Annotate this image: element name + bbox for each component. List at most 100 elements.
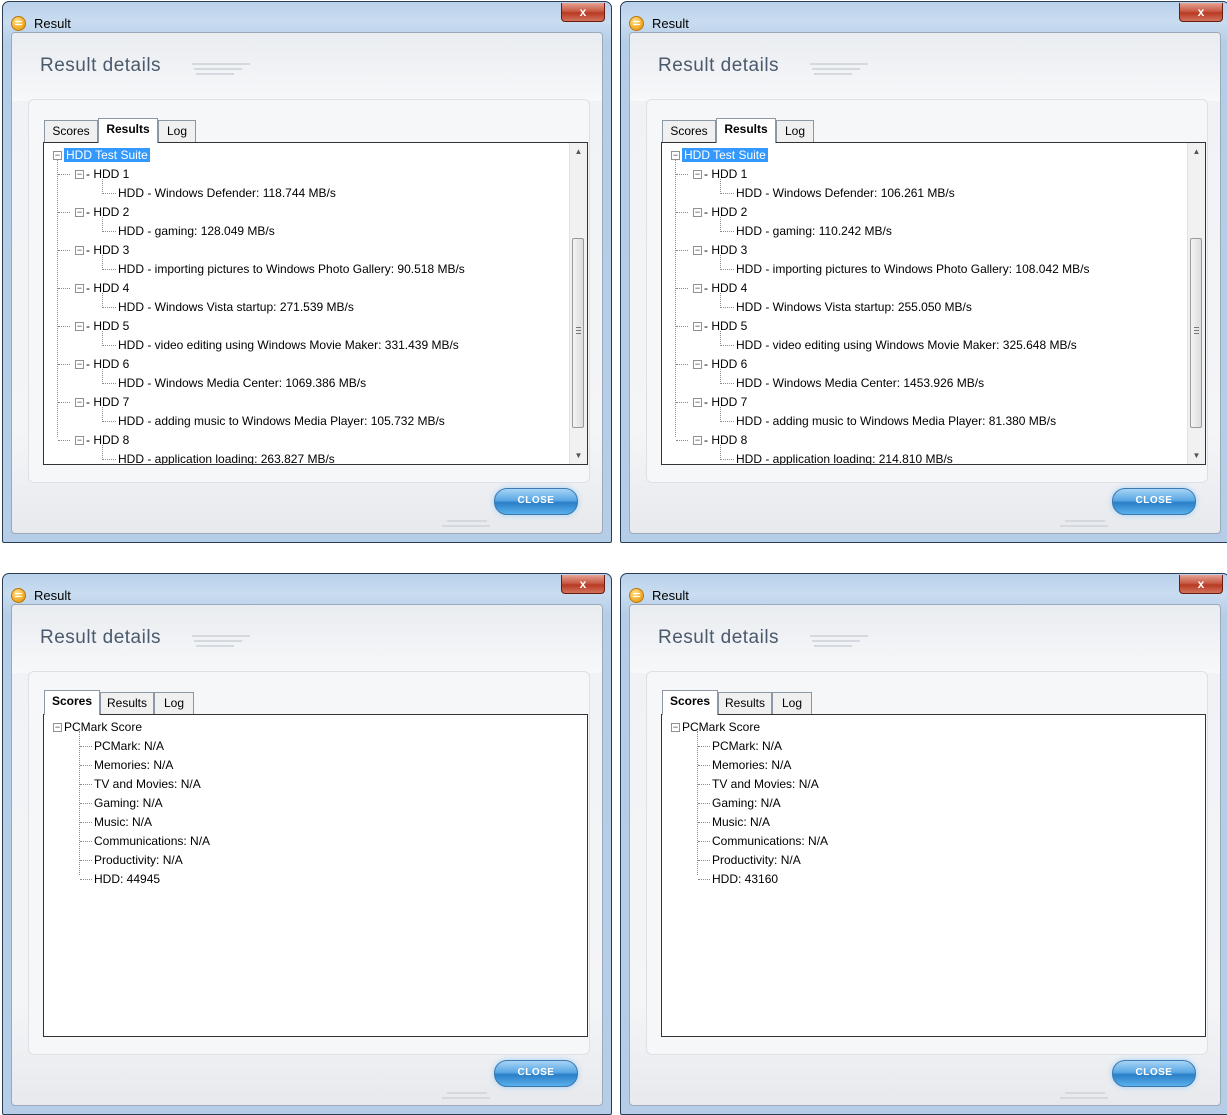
tab-scores[interactable]: Scores xyxy=(44,690,100,715)
pcmark-app-icon xyxy=(11,16,26,31)
tree-root[interactable]: − HDD Test Suite xyxy=(53,147,150,163)
collapse-icon[interactable]: − xyxy=(75,360,84,370)
tree-leaf[interactable]: HDD - importing pictures to Windows Phot… xyxy=(118,261,465,277)
score-item[interactable]: Productivity: N/A xyxy=(94,852,183,868)
tab-log[interactable]: Log xyxy=(158,120,196,142)
collapse-icon[interactable]: − xyxy=(693,322,702,332)
tab-results[interactable]: Results xyxy=(100,692,154,714)
window-close-button[interactable]: x xyxy=(561,575,605,594)
collapse-icon[interactable]: − xyxy=(693,398,702,408)
result-window-3: Result x Result details Scores Results L… xyxy=(2,573,612,1115)
tree-leaf[interactable]: HDD - importing pictures to Windows Phot… xyxy=(736,261,1089,277)
footer-decoration xyxy=(1065,520,1105,522)
scroll-down-arrow-icon[interactable]: ▼ xyxy=(570,447,587,464)
tab-scores[interactable]: Scores xyxy=(662,690,718,715)
close-button[interactable]: CLOSE xyxy=(1112,488,1196,515)
score-item[interactable]: Gaming: N/A xyxy=(94,795,163,811)
window-close-button[interactable]: x xyxy=(1179,3,1223,22)
scores-tree[interactable]: − PCMark Score PCMark: N/A Memories: N/A TV … xyxy=(43,714,588,1037)
score-item[interactable]: PCMark: N/A xyxy=(94,738,164,754)
collapse-icon[interactable]: − xyxy=(75,436,84,446)
tree-connector xyxy=(58,402,70,403)
score-item[interactable]: Gaming: N/A xyxy=(712,795,781,811)
tab-results[interactable]: Results xyxy=(98,118,158,143)
scores-tree[interactable]: − PCMark Score PCMark: N/A Memories: N/A TV … xyxy=(661,714,1206,1037)
score-item[interactable]: Memories: N/A xyxy=(712,757,791,773)
close-button[interactable]: CLOSE xyxy=(494,1060,578,1087)
vertical-scrollbar[interactable]: ▲ ▼ xyxy=(1187,143,1205,464)
collapse-icon[interactable]: − xyxy=(693,246,702,256)
score-item[interactable]: Productivity: N/A xyxy=(712,852,801,868)
tab-log[interactable]: Log xyxy=(776,120,814,142)
collapse-icon[interactable]: − xyxy=(693,436,702,446)
scroll-up-arrow-icon[interactable]: ▲ xyxy=(570,143,587,160)
tab-scores[interactable]: Scores xyxy=(662,120,716,142)
tree-root[interactable]: − PCMark Score xyxy=(671,719,760,735)
tree-leaf[interactable]: HDD - gaming: 110.242 MB/s xyxy=(736,223,892,239)
tree-leaf[interactable]: HDD - video editing using Windows Movie … xyxy=(736,337,1077,353)
tree-connector xyxy=(58,326,70,327)
tree-leaf[interactable]: HDD - video editing using Windows Movie … xyxy=(118,337,459,353)
collapse-icon[interactable]: − xyxy=(693,284,702,294)
tree-connector xyxy=(720,217,721,232)
tab-log[interactable]: Log xyxy=(772,692,812,714)
score-item[interactable]: Communications: N/A xyxy=(712,833,828,849)
results-tree[interactable]: − HDD Test Suite − - HDD 1 HDD - Windows Def… xyxy=(43,142,588,465)
score-item[interactable]: HDD: 44945 xyxy=(94,871,160,887)
header-decoration xyxy=(194,68,242,70)
tree-leaf[interactable]: HDD - gaming: 128.049 MB/s xyxy=(118,223,275,239)
score-item[interactable]: PCMark: N/A xyxy=(712,738,782,754)
tree-leaf[interactable]: HDD - Windows Defender: 118.744 MB/s xyxy=(118,185,336,201)
header-band: Result details xyxy=(630,605,1220,673)
tab-log[interactable]: Log xyxy=(154,692,194,714)
scroll-down-arrow-icon[interactable]: ▼ xyxy=(1188,447,1205,464)
window-close-button[interactable]: x xyxy=(1179,575,1223,594)
collapse-icon[interactable]: − xyxy=(75,284,84,294)
collapse-icon[interactable]: − xyxy=(75,170,84,180)
collapse-icon[interactable]: − xyxy=(75,246,84,256)
score-item[interactable]: TV and Movies: N/A xyxy=(94,776,201,792)
tree-leaf[interactable]: HDD - Windows Defender: 106.261 MB/s xyxy=(736,185,955,201)
collapse-icon[interactable]: − xyxy=(75,208,84,218)
score-item[interactable]: HDD: 43160 xyxy=(712,871,778,887)
header-decoration xyxy=(196,645,234,647)
scroll-thumb[interactable] xyxy=(572,238,584,428)
tree-leaf[interactable]: HDD - Windows Media Center: 1069.386 MB/… xyxy=(118,375,366,391)
results-tree[interactable]: − HDD Test Suite − - HDD 1 HDD - Windows Def… xyxy=(661,142,1206,465)
tree-root[interactable]: − HDD Test Suite xyxy=(671,147,768,163)
tree-leaf[interactable]: HDD - Windows Vista startup: 271.539 MB/… xyxy=(118,299,354,315)
score-item[interactable]: Music: N/A xyxy=(94,814,152,830)
vertical-scrollbar[interactable]: ▲ ▼ xyxy=(569,143,587,464)
score-item[interactable]: Music: N/A xyxy=(712,814,770,830)
dialog-client-area: Result details Scores Results Log − HDD T… xyxy=(629,32,1221,534)
score-item[interactable]: Communications: N/A xyxy=(94,833,210,849)
close-button[interactable]: CLOSE xyxy=(1112,1060,1196,1087)
tree-leaf[interactable]: HDD - application loading: 214.810 MB/s xyxy=(736,451,953,464)
tree-group-label: - HDD 4 xyxy=(704,281,748,295)
tree-leaf[interactable]: HDD - adding music to Windows Media Play… xyxy=(118,413,445,429)
scroll-thumb[interactable] xyxy=(1190,238,1202,428)
tree-leaf[interactable]: HDD - adding music to Windows Media Play… xyxy=(736,413,1056,429)
scroll-up-arrow-icon[interactable]: ▲ xyxy=(1188,143,1205,160)
tree-leaf[interactable]: HDD - application loading: 263.827 MB/s xyxy=(118,451,335,464)
tree-root[interactable]: − PCMark Score xyxy=(53,719,142,735)
close-button[interactable]: CLOSE xyxy=(494,488,578,515)
tree-leaf[interactable]: HDD - Windows Media Center: 1453.926 MB/… xyxy=(736,375,984,391)
tree-leaf[interactable]: HDD - Windows Vista startup: 255.050 MB/… xyxy=(736,299,972,315)
collapse-icon[interactable]: − xyxy=(75,322,84,332)
collapse-icon[interactable]: − xyxy=(693,170,702,180)
collapse-icon[interactable]: − xyxy=(693,360,702,370)
tab-scores[interactable]: Scores xyxy=(44,120,98,142)
collapse-icon[interactable]: − xyxy=(671,723,680,733)
header-decoration xyxy=(810,63,868,65)
collapse-icon[interactable]: − xyxy=(693,208,702,218)
score-item[interactable]: TV and Movies: N/A xyxy=(712,776,819,792)
result-window-1: Result x Result details Scores Results L… xyxy=(2,1,612,543)
window-close-button[interactable]: x xyxy=(561,3,605,22)
collapse-icon[interactable]: − xyxy=(53,723,62,733)
tree-connector xyxy=(58,250,70,251)
score-item[interactable]: Memories: N/A xyxy=(94,757,173,773)
tab-results[interactable]: Results xyxy=(718,692,772,714)
tab-results[interactable]: Results xyxy=(716,118,776,143)
collapse-icon[interactable]: − xyxy=(75,398,84,408)
